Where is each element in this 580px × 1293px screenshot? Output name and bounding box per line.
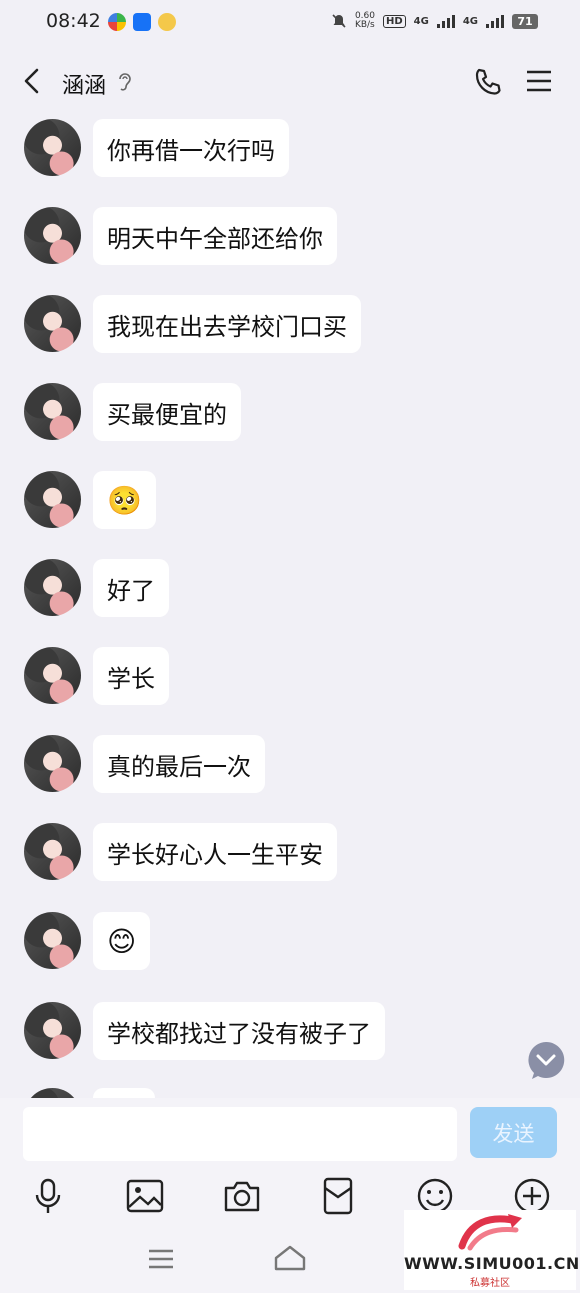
message-list[interactable]: 你再借一次行吗 明天中午全部还给你 我现在出去学校门口买 买最便宜的 🥺 好了 … (0, 118, 580, 1098)
message-row: 🥺 (0, 471, 580, 531)
camera-icon[interactable] (222, 1176, 262, 1216)
avatar[interactable] (24, 1002, 81, 1059)
message-bubble[interactable]: 买最便宜的 (93, 383, 241, 441)
message-row: 明天中午全部还给你 (0, 207, 580, 267)
zhihu-icon (133, 13, 151, 31)
scroll-down-icon[interactable] (526, 1040, 566, 1080)
message-row: 学校都找过了没有被子了 (0, 1002, 580, 1062)
avatar[interactable] (24, 823, 81, 880)
emoji-bubble[interactable]: 🥺 (93, 471, 156, 529)
avatar[interactable] (24, 1088, 81, 1098)
message-row: 买最便宜的 (0, 383, 580, 443)
status-time: 08:42 (46, 10, 101, 32)
app-notification-icon (108, 13, 126, 31)
message-row: 好了 (0, 559, 580, 619)
signal2-icon (486, 14, 504, 28)
microphone-icon[interactable] (28, 1176, 68, 1216)
chat-header: 涵涵 (0, 46, 580, 118)
net-speed: 0.60 KB/s (354, 11, 375, 30)
net2-label: 4G (462, 15, 478, 27)
message-bubble[interactable]: 学长好心人一生平安 (93, 823, 337, 881)
menu-icon[interactable] (526, 68, 552, 94)
message-row: 学长 (0, 647, 580, 707)
message-row: 😊 (0, 912, 580, 972)
phone-icon[interactable] (472, 66, 504, 98)
mute-bell-icon (332, 14, 346, 28)
message-row: 学长好心人一生平安 (0, 823, 580, 883)
message-bubble[interactable]: 真的最后一次 (93, 735, 265, 793)
ear-icon[interactable] (116, 71, 134, 93)
message-bubble[interactable]: 你再借一次行吗 (93, 119, 289, 177)
avatar[interactable] (24, 559, 81, 616)
signal1-icon (436, 14, 455, 28)
emoji-bubble[interactable]: 😊 (93, 912, 151, 970)
red-packet-icon[interactable] (318, 1176, 358, 1216)
back-icon[interactable] (18, 66, 48, 96)
watermark-url: WWW.SIMU001.CN (404, 1254, 580, 1273)
message-row-partial (0, 1088, 580, 1098)
watermark-logo-icon (458, 1214, 522, 1251)
hd-badge: HD (382, 14, 406, 28)
home-icon[interactable] (273, 1244, 307, 1272)
net1-label: 4G (413, 15, 429, 27)
watermark-subtitle: 私募社区 (470, 1278, 510, 1289)
message-row: 我现在出去学校门口买 (0, 295, 580, 355)
image-icon[interactable] (125, 1176, 165, 1216)
qq-icon (158, 13, 176, 31)
message-input[interactable] (23, 1107, 457, 1161)
message-row: 你再借一次行吗 (0, 119, 580, 179)
avatar[interactable] (24, 295, 81, 352)
contact-name[interactable]: 涵涵 (62, 68, 106, 100)
message-bubble[interactable]: 明天中午全部还给你 (93, 207, 337, 265)
avatar[interactable] (24, 119, 81, 176)
message-bubble[interactable]: 学校都找过了没有被子了 (93, 1002, 385, 1060)
avatar[interactable] (24, 735, 81, 792)
watermark: WWW.SIMU001.CN 私募社区 (404, 1210, 580, 1290)
avatar[interactable] (24, 383, 81, 440)
battery-indicator: 71 (512, 13, 538, 29)
avatar[interactable] (24, 647, 81, 704)
send-button[interactable]: 发送 (470, 1107, 557, 1158)
avatar[interactable] (24, 207, 81, 264)
message-bubble[interactable]: 我现在出去学校门口买 (93, 295, 361, 353)
message-bubble[interactable]: 学长 (93, 647, 169, 705)
status-right: 0.60 KB/s HD 4G 4G 71 (331, 12, 538, 30)
avatar[interactable] (24, 912, 81, 969)
message-row: 真的最后一次 (0, 735, 580, 795)
message-bubble[interactable]: 好了 (93, 559, 169, 617)
status-bar: 08:42 0.60 KB/s HD 4G 4G 71 (0, 0, 580, 46)
message-bubble-partial[interactable] (93, 1088, 155, 1098)
avatar[interactable] (24, 471, 81, 528)
recents-icon[interactable] (148, 1248, 174, 1270)
